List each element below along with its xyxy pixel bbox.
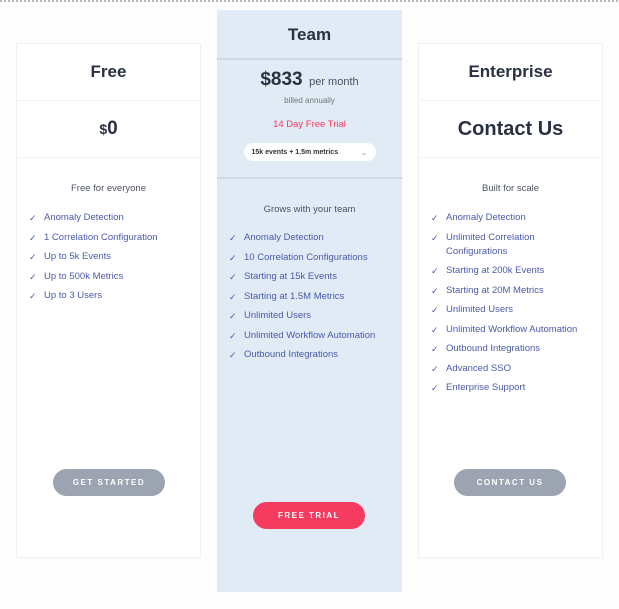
- check-icon: ✓: [229, 272, 237, 282]
- price-currency: $: [99, 121, 108, 137]
- feature-label: Up to 500k Metrics: [44, 270, 124, 282]
- feature-label: Outbound Integrations: [244, 349, 339, 360]
- check-icon: ✓: [29, 271, 37, 282]
- top-border-decoration: [0, 0, 619, 2]
- list-item: ✓ Enterprise Support: [431, 381, 602, 395]
- list-item: ✓ Unlimited Workflow Automation: [229, 329, 402, 343]
- feature-label: 1 Correlation Configuration: [44, 231, 158, 243]
- get-started-button[interactable]: GET STARTED: [53, 469, 165, 496]
- feature-label: Unlimited Workflow Automation: [244, 329, 376, 341]
- check-icon: ✓: [431, 383, 439, 393]
- list-item: ✓ Starting at 20M Metrics: [431, 284, 602, 298]
- feature-list: ✓ Anomaly Detection ✓ 1 Correlation Config…: [17, 211, 200, 303]
- trial-note: 14 Day Free Trial: [273, 119, 346, 130]
- plan-name: Team: [217, 10, 402, 60]
- check-icon: ✓: [431, 363, 439, 374]
- feature-label: Anomaly Detection: [244, 232, 324, 243]
- check-icon: ✓: [431, 285, 439, 296]
- price-amount: $833: [260, 69, 303, 90]
- list-item: ✓ Anomaly Detection: [431, 211, 602, 225]
- plan-name: Enterprise: [419, 44, 602, 101]
- plan-card-enterprise: Enterprise Contact Us Built for scale ✓ A…: [418, 43, 603, 558]
- feature-label: Unlimited Correlation Configurations: [446, 231, 535, 257]
- check-icon: ✓: [29, 252, 37, 262]
- contact-us-button[interactable]: CONTACT US: [454, 469, 566, 496]
- check-icon: ✓: [229, 233, 237, 243]
- list-item: ✓ Unlimited Users: [229, 309, 402, 323]
- list-item: ✓ Outbound Integrations: [229, 348, 402, 362]
- list-item: ✓ Anomaly Detection: [29, 211, 200, 225]
- feature-label: Anomaly Detection: [44, 212, 124, 223]
- list-item: ✓ Starting at 1.5M Metrics: [229, 290, 402, 304]
- feature-label: 10 Correlation Configurations: [244, 251, 368, 263]
- plan-subtitle: Built for scale: [481, 183, 540, 194]
- list-item: ✓ Up to 500k Metrics: [29, 270, 200, 284]
- feature-label: Up to 5k Events: [44, 251, 112, 262]
- list-item: ✓ Starting at 200k Events: [431, 264, 602, 278]
- feature-list: ✓ Anomaly Detection ✓ Unlimited Correlatio…: [419, 211, 602, 395]
- feature-label: Unlimited Users: [446, 304, 514, 315]
- list-item: ✓ Anomaly Detection: [229, 231, 402, 245]
- list-item: ✓ Outbound Integrations: [431, 342, 602, 356]
- list-item: ✓ Unlimited Users: [431, 303, 602, 317]
- plan-price: $833 per month: [217, 60, 402, 91]
- feature-label: Starting at 15k Events: [244, 271, 337, 282]
- check-icon: ✓: [431, 305, 439, 315]
- feature-label: Unlimited Users: [244, 310, 312, 321]
- divider: [217, 177, 402, 179]
- feature-label: Outbound Integrations: [446, 343, 541, 354]
- check-icon: ✓: [229, 291, 237, 302]
- check-icon: ✓: [29, 213, 37, 223]
- plan-price: $ 0: [17, 101, 200, 158]
- list-item: ✓ Up to 3 Users: [29, 289, 200, 303]
- feature-label: Up to 3 Users: [44, 290, 103, 301]
- check-icon: ✓: [229, 350, 237, 360]
- price-period: per month: [309, 76, 359, 88]
- plan-name: Free: [17, 44, 200, 101]
- check-icon: ✓: [431, 324, 439, 335]
- price-amount: 0: [107, 118, 118, 139]
- plan-subtitle: Free for everyone: [71, 183, 146, 194]
- tier-select[interactable]: 15k events + 1.5m metrics ⌄: [243, 143, 376, 161]
- list-item: ✓ Unlimited Workflow Automation: [431, 323, 602, 337]
- list-item: ✓ Starting at 15k Events: [229, 270, 402, 284]
- list-item: ✓ 10 Correlation Configurations: [229, 251, 402, 265]
- check-icon: ✓: [229, 311, 237, 321]
- feature-label: Starting at 1.5M Metrics: [244, 290, 345, 302]
- feature-label: Anomaly Detection: [446, 212, 526, 223]
- plan-card-free: Free $ 0 Free for everyone ✓ Anomaly Dete…: [16, 43, 201, 558]
- plan-card-team: Team $833 per month billed annually 14 D…: [217, 10, 402, 592]
- list-item: ✓ 1 Correlation Configuration: [29, 231, 200, 245]
- feature-label: Enterprise Support: [446, 382, 526, 393]
- check-icon: ✓: [29, 232, 37, 243]
- check-icon: ✓: [29, 291, 37, 301]
- check-icon: ✓: [229, 252, 237, 263]
- check-icon: ✓: [229, 330, 237, 341]
- chevron-down-icon: ⌄: [360, 147, 368, 157]
- billing-note: billed annually: [284, 96, 335, 105]
- check-icon: ✓: [431, 232, 439, 243]
- check-icon: ✓: [431, 344, 439, 354]
- list-item: ✓ Up to 5k Events: [29, 250, 200, 264]
- free-trial-button[interactable]: FREE TRIAL: [253, 502, 365, 529]
- feature-label: Starting at 20M Metrics: [446, 284, 544, 296]
- plan-subtitle: Grows with your team: [263, 204, 356, 215]
- feature-label: Starting at 200k Events: [446, 265, 545, 276]
- plan-price: Contact Us: [419, 101, 602, 158]
- check-icon: ✓: [431, 266, 439, 276]
- feature-list: ✓ Anomaly Detection ✓ 10 Correlation Confi…: [217, 231, 402, 362]
- feature-label: Unlimited Workflow Automation: [446, 323, 578, 335]
- list-item: ✓ Advanced SSO: [431, 362, 602, 376]
- tier-select-value: 15k events + 1.5m metrics: [251, 148, 339, 156]
- list-item: ✓ Unlimited Correlation Configurations: [431, 231, 602, 259]
- feature-label: Advanced SSO: [446, 362, 511, 374]
- check-icon: ✓: [431, 213, 439, 223]
